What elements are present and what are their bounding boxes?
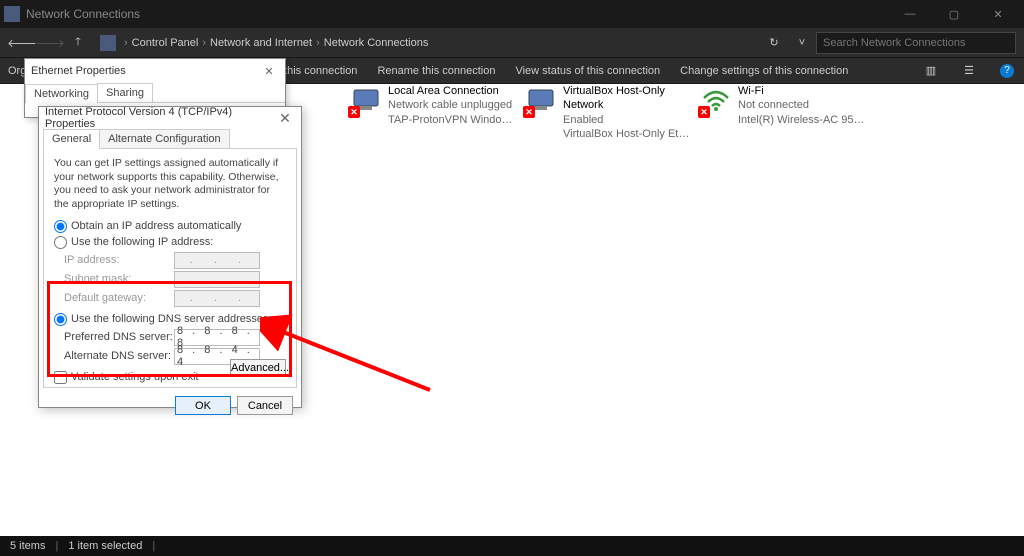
- advanced-button[interactable]: Advanced...: [230, 359, 286, 377]
- tab-general[interactable]: General: [43, 129, 100, 149]
- chevron-right-icon: ›: [202, 37, 206, 49]
- radio-dns-manual[interactable]: Use the following DNS server addresses:: [54, 313, 286, 326]
- help-button[interactable]: ?: [998, 62, 1016, 80]
- description-text: You can get IP settings assigned automat…: [54, 157, 286, 212]
- validate-checkbox-input[interactable]: [54, 371, 67, 384]
- connection-status: Enabled: [563, 113, 691, 127]
- connection-status: Network cable unplugged: [388, 98, 516, 112]
- gateway-input: . . .: [174, 290, 260, 307]
- checkbox-label: Validate settings upon exit: [71, 371, 199, 383]
- ip-address-input: . . .: [174, 252, 260, 269]
- ip-address-label: IP address:: [64, 254, 174, 266]
- radio-ip-auto[interactable]: Obtain an IP address automatically: [54, 220, 286, 233]
- connection-item[interactable]: ✕ Wi-Fi Not connected Intel(R) Wireless-…: [700, 84, 865, 144]
- preferred-dns-label: Preferred DNS server:: [64, 331, 174, 343]
- cancel-button[interactable]: Cancel: [237, 396, 293, 415]
- connection-adapter: VirtualBox Host-Only Ethernet Ad...: [563, 127, 691, 141]
- connection-adapter: TAP-ProtonVPN Windows Adapter...: [388, 113, 516, 127]
- forward-button: 🡒: [36, 31, 64, 55]
- close-icon[interactable]: ✕: [275, 110, 295, 127]
- radio-dns-manual-input[interactable]: [54, 313, 67, 326]
- breadcrumb: › Control Panel › Network and Internet ›…: [100, 35, 760, 51]
- status-selected-count: 1 item selected: [68, 540, 142, 552]
- tab-sharing[interactable]: Sharing: [97, 83, 153, 102]
- preferred-dns-input[interactable]: 8 . 8 . 8 . 8: [174, 329, 260, 346]
- breadcrumb-network-internet[interactable]: Network and Internet: [210, 37, 312, 49]
- radio-ip-manual[interactable]: Use the following IP address:: [54, 236, 286, 249]
- connection-adapter: Intel(R) Wireless-AC 9560 160MHz: [738, 113, 866, 127]
- back-button[interactable]: 🡐: [8, 31, 36, 55]
- change-settings-cmd[interactable]: Change settings of this connection: [680, 65, 848, 77]
- connection-item[interactable]: ✕ Local Area Connection Network cable un…: [350, 84, 515, 144]
- ethernet-icon: ✕: [350, 84, 382, 116]
- connection-name: Local Area Connection: [388, 84, 516, 98]
- ok-button[interactable]: OK: [175, 396, 231, 415]
- chevron-right-icon: ›: [124, 37, 128, 49]
- connection-name: VirtualBox Host-Only Network: [563, 84, 691, 113]
- ethernet-icon: ✕: [525, 84, 557, 116]
- view-details-button[interactable]: ☰: [960, 62, 978, 80]
- dialog-title: Ethernet Properties: [31, 65, 259, 77]
- dialog-title: Internet Protocol Version 4 (TCP/IPv4) P…: [45, 106, 275, 130]
- chevron-right-icon: ›: [316, 37, 320, 49]
- ipv4-properties-dialog[interactable]: Internet Protocol Version 4 (TCP/IPv4) P…: [38, 106, 302, 408]
- wifi-icon: ✕: [700, 84, 732, 116]
- address-bar: 🡐 🡒 🡑 › Control Panel › Network and Inte…: [0, 28, 1024, 58]
- tab-alternate-config[interactable]: Alternate Configuration: [99, 129, 230, 149]
- radio-label: Obtain an IP address automatically: [71, 220, 241, 232]
- connection-name: Wi-Fi: [738, 84, 866, 98]
- separator: |: [152, 540, 155, 552]
- dropdown-button[interactable]: ˅: [788, 31, 816, 55]
- error-badge-icon: ✕: [348, 106, 360, 118]
- minimize-button[interactable]: —: [888, 0, 932, 28]
- alternate-dns-label: Alternate DNS server:: [64, 350, 174, 362]
- connection-status: Not connected: [738, 98, 866, 112]
- subnet-mask-input: . . .: [174, 271, 260, 288]
- error-badge-icon: ✕: [698, 106, 710, 118]
- connection-item[interactable]: ✕ VirtualBox Host-Only Network Enabled V…: [525, 84, 690, 144]
- refresh-button[interactable]: ↻: [760, 31, 788, 55]
- breadcrumb-control-panel[interactable]: Control Panel: [132, 37, 199, 49]
- app-icon: [4, 6, 20, 22]
- up-button[interactable]: 🡑: [64, 31, 92, 55]
- status-bar: 5 items | 1 item selected |: [0, 536, 1024, 556]
- close-icon[interactable]: ✕: [259, 65, 279, 78]
- maximize-button[interactable]: ▢: [932, 0, 976, 28]
- tab-networking[interactable]: Networking: [25, 84, 98, 103]
- gateway-label: Default gateway:: [64, 292, 174, 304]
- status-item-count: 5 items: [10, 540, 45, 552]
- error-badge-icon: ✕: [523, 106, 535, 118]
- radio-ip-manual-input[interactable]: [54, 236, 67, 249]
- window-titlebar: Network Connections — ▢ ✕: [0, 0, 1024, 28]
- view-status-cmd[interactable]: View status of this connection: [515, 65, 660, 77]
- network-icon: [100, 35, 116, 51]
- radio-label: Use the following IP address:: [71, 236, 213, 248]
- radio-ip-auto-input[interactable]: [54, 220, 67, 233]
- close-button[interactable]: ✕: [976, 0, 1020, 28]
- view-icons-button[interactable]: ▥: [922, 62, 940, 80]
- window-title: Network Connections: [26, 7, 888, 21]
- search-input[interactable]: [816, 32, 1016, 54]
- radio-label: Use the following DNS server addresses:: [71, 313, 272, 325]
- breadcrumb-network-connections[interactable]: Network Connections: [324, 37, 429, 49]
- subnet-mask-label: Subnet mask:: [64, 273, 174, 285]
- rename-cmd[interactable]: Rename this connection: [377, 65, 495, 77]
- separator: |: [55, 540, 58, 552]
- connections-list: ✕ Local Area Connection Network cable un…: [350, 84, 1020, 144]
